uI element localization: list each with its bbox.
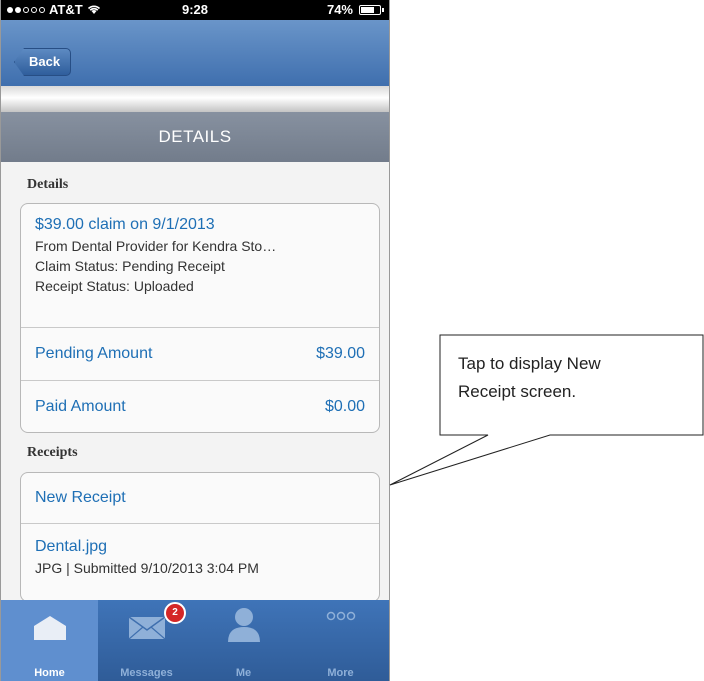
tab-bar: Home 2 Messages Me More: [1, 600, 389, 681]
more-dots-icon: [326, 611, 355, 621]
tab-messages-label: Messages: [120, 667, 173, 679]
pending-amount-row[interactable]: Pending Amount $39.00: [21, 328, 379, 381]
toolbar-divider: [1, 86, 389, 112]
person-icon: [227, 608, 260, 642]
envelope-icon: [128, 616, 165, 640]
new-receipt-label: New Receipt: [35, 489, 126, 506]
battery-icon: [359, 4, 384, 15]
receipt-status: Receipt Status: Uploaded: [35, 278, 194, 294]
navigation-bar: Back: [1, 20, 389, 86]
paid-amount-value: $0.00: [324, 397, 365, 415]
phone-screen: AT&T 9:28 74% Back DETAILS Details $39.0…: [0, 0, 390, 681]
tab-more[interactable]: More: [292, 600, 389, 681]
tab-home[interactable]: Home: [1, 600, 98, 681]
tab-more-label: More: [327, 667, 354, 679]
tab-home-label: Home: [34, 667, 65, 679]
messages-badge: 2: [164, 602, 186, 624]
page-title: DETAILS: [1, 112, 389, 162]
new-receipt-row[interactable]: New Receipt: [21, 473, 379, 524]
receipts-card: New Receipt Dental.jpg JPG | Submitted 9…: [20, 472, 380, 602]
back-button[interactable]: Back: [14, 48, 72, 76]
receipt-file-name: Dental.jpg: [35, 538, 108, 555]
tab-me[interactable]: Me: [195, 600, 292, 681]
claim-summary-row: $39.00 claim on 9/1/2013 From Dental Pro…: [21, 204, 379, 328]
details-content: Details $39.00 claim on 9/1/2013 From De…: [1, 162, 389, 602]
status-bar: AT&T 9:28 74%: [1, 0, 389, 20]
callout-line-1: Tap to display New: [458, 354, 601, 373]
claim-details-card: $39.00 claim on 9/1/2013 From Dental Pro…: [20, 203, 380, 433]
callout-line-2: Receipt screen.: [458, 382, 577, 401]
claim-provider: From Dental Provider for Kendra Sto…: [35, 238, 277, 254]
claim-title: $39.00 claim on 9/1/2013: [35, 216, 215, 233]
receipt-item[interactable]: Dental.jpg JPG | Submitted 9/10/2013 3:0…: [21, 524, 379, 601]
callout-text: Tap to display New Receipt screen.: [458, 350, 601, 406]
tab-messages[interactable]: 2 Messages: [98, 600, 195, 681]
battery-percent: 74%: [326, 2, 353, 17]
paid-amount-label: Paid Amount: [35, 397, 126, 415]
pending-amount-value: $39.00: [316, 345, 365, 362]
details-section-label: Details: [27, 177, 69, 192]
claim-status: Claim Status: Pending Receipt: [35, 258, 225, 274]
tab-me-label: Me: [235, 667, 252, 679]
receipt-file-meta: JPG | Submitted 9/10/2013 3:04 PM: [35, 560, 259, 576]
paid-amount-row[interactable]: Paid Amount $0.00: [21, 381, 379, 432]
receipts-section-label: Receipts: [27, 445, 78, 460]
pending-amount-label: Pending Amount: [35, 345, 153, 362]
home-icon: [33, 616, 66, 640]
